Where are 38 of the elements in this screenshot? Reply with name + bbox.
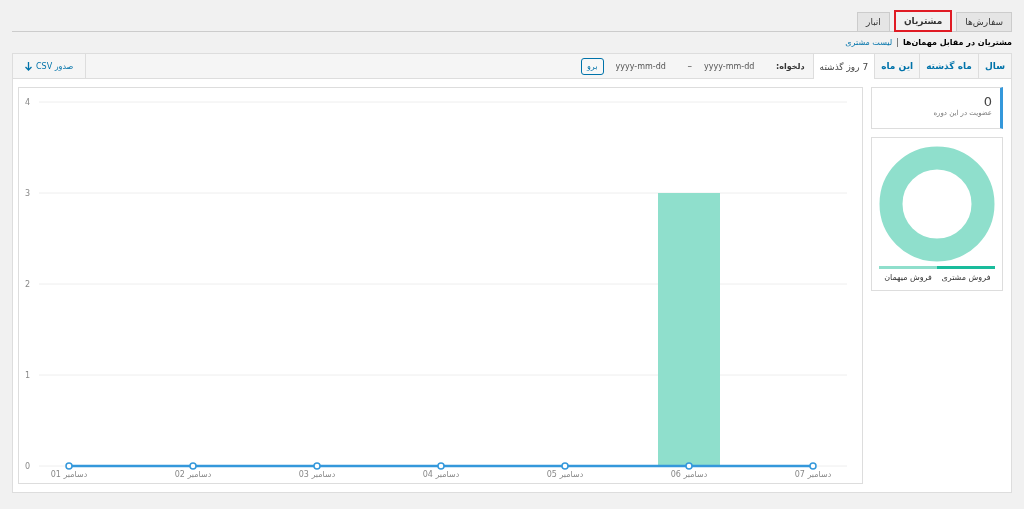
y-tick-label: 3 <box>25 189 31 198</box>
y-tick-label: 4 <box>25 98 31 107</box>
go-button[interactable]: برو <box>581 57 604 75</box>
export-csv-link[interactable]: صدور CSV <box>13 54 87 78</box>
summary-value: 0 <box>982 94 992 109</box>
legend-item: فروش مشتری <box>937 266 995 282</box>
x-tick-label: 03 دسامبر <box>298 470 336 479</box>
y-tick-label: 2 <box>25 280 31 289</box>
date-to-field[interactable]: yyyy-mm-dd <box>613 60 678 72</box>
date-from-field[interactable]: yyyy-mm-dd <box>702 60 766 72</box>
download-icon <box>25 61 32 71</box>
x-tick-label: 06 دسامبر <box>670 470 708 479</box>
nav-tab[interactable]: انبار <box>857 12 890 31</box>
nav-tab[interactable]: سفارش‌ها <box>956 12 1012 31</box>
range-tab[interactable]: 7 روز گذشته <box>812 54 875 79</box>
line-point <box>809 462 817 470</box>
x-tick-label: 01 دسامبر <box>50 470 88 479</box>
legend-item: فروش میهمان <box>879 266 937 282</box>
subnav-link[interactable]: مشتریان در مقابل مهمان‌ها <box>902 38 1012 47</box>
nav-tab[interactable]: مشتریان <box>893 10 953 32</box>
x-tick-label: 02 دسامبر <box>174 470 212 479</box>
line-point <box>189 462 197 470</box>
line-point <box>685 462 693 470</box>
line-point <box>313 462 321 470</box>
y-tick-label: 0 <box>25 462 31 471</box>
y-tick-label: 1 <box>25 371 31 380</box>
range-tab[interactable]: ماه گذشته <box>919 54 978 78</box>
subnav-link[interactable]: لیست مشتری <box>845 38 893 47</box>
x-tick-label: 07 دسامبر <box>794 470 832 479</box>
custom-label: دلخواه: <box>776 61 805 71</box>
x-tick-label: 05 دسامبر <box>546 470 584 479</box>
line-point <box>437 462 445 470</box>
dash-text: – <box>687 61 692 71</box>
x-tick-label: 04 دسامبر <box>422 470 460 479</box>
range-tab[interactable]: سال <box>977 54 1011 78</box>
line-point <box>561 462 569 470</box>
separator-text: | <box>896 38 899 47</box>
line-point <box>65 462 73 470</box>
